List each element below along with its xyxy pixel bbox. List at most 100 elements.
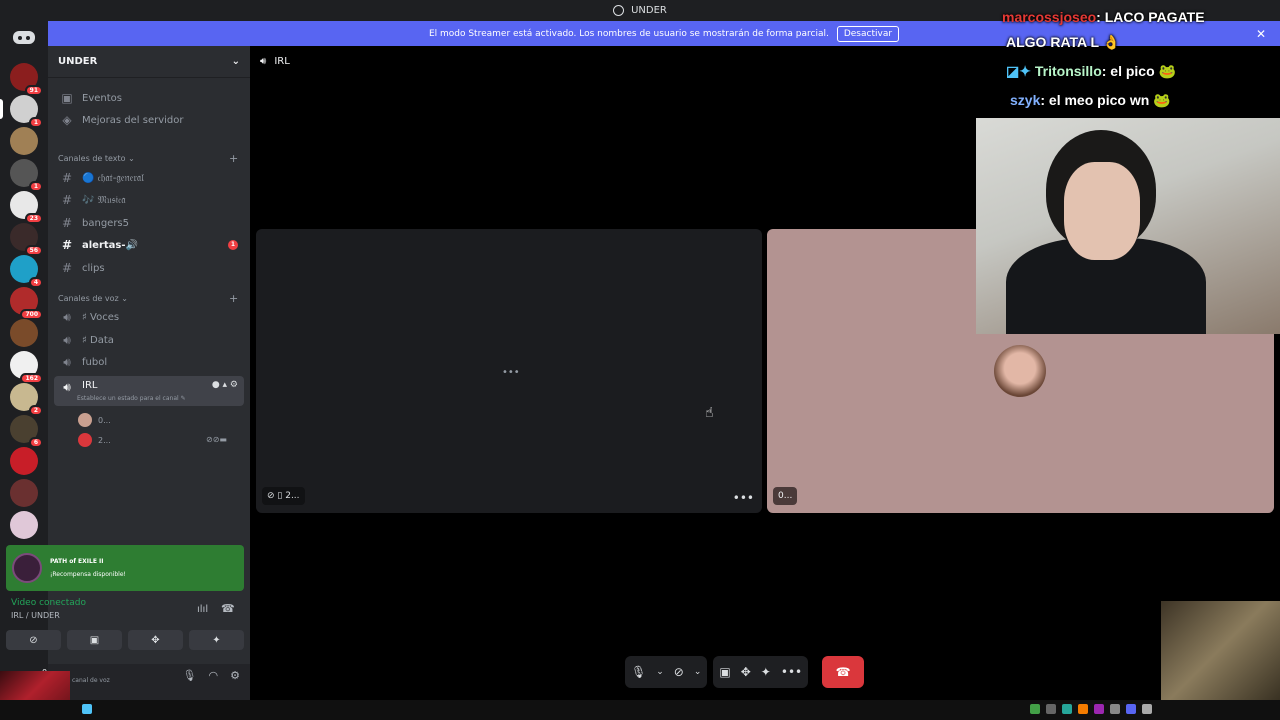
video-tile[interactable]: ••• ⊘ ▯ 2... ••• — [256, 229, 762, 513]
server-icon[interactable]: 4 — [10, 255, 43, 288]
activities-icon[interactable]: ✥ — [741, 665, 751, 679]
server-icon[interactable]: 23 — [10, 191, 43, 224]
server-icon[interactable]: 1 — [10, 159, 43, 192]
discord-home-icon[interactable] — [12, 29, 36, 45]
more-options-icon[interactable]: ••• — [733, 491, 754, 505]
more-icon[interactable]: ••• — [781, 665, 802, 679]
tray-icon[interactable] — [1126, 704, 1136, 714]
user-controls: 🎙︎ ◠ ⚙ — [183, 669, 240, 682]
channel-actions-icons[interactable]: ● ▴ ⚙ — [212, 380, 238, 390]
settings-icon[interactable]: ⚙ — [230, 669, 240, 682]
soundboard-button[interactable]: ✦ — [189, 630, 244, 650]
close-icon[interactable]: ✕ — [1256, 27, 1266, 41]
tile-label: ⊘ ▯ 2... — [262, 487, 305, 505]
disconnect-icon[interactable]: ☎ — [221, 602, 235, 615]
call-toolbar: 🎙︎ ⌄ ⊘ ⌄ ▣ ✥ ✦ ••• ☎ — [625, 656, 865, 688]
server-icon[interactable]: 2 — [10, 383, 43, 416]
badge-icon: ◪✦ — [1006, 63, 1035, 79]
voice-location[interactable]: IRL / UNDER — [11, 611, 86, 620]
speaker-icon: 🔊︎ — [63, 380, 71, 394]
channel-chat-general[interactable]: # 🔵 𝔠𝔥𝔞𝔱-𝔤𝔢𝔫𝔢𝔯𝔞𝔩 — [54, 168, 244, 188]
server-icon[interactable]: 162 — [10, 351, 43, 384]
hangup-icon: ☎ — [835, 665, 851, 679]
server-icon[interactable]: 700 — [10, 287, 43, 320]
screen-share-icon[interactable]: ▣ — [719, 665, 730, 679]
chevron-down-icon[interactable]: ⌄ — [656, 667, 664, 677]
window-title: UNDER — [631, 5, 667, 16]
disconnect-button[interactable]: ☎ — [822, 656, 865, 688]
voice-connection-panel: Video conectado IRL / UNDER — [11, 598, 86, 620]
server-icon[interactable] — [10, 511, 38, 539]
channel-bangers5[interactable]: # bangers5 — [54, 213, 244, 233]
tray-icon[interactable] — [1142, 704, 1152, 714]
tray-icon[interactable] — [1094, 704, 1104, 714]
voice-channel-data[interactable]: 🔊︎ ♯ Data — [54, 330, 244, 350]
deactivate-button[interactable]: Desactivar — [836, 25, 900, 42]
server-icon[interactable] — [10, 127, 38, 155]
channel-header: 🔊︎ IRL — [260, 56, 290, 67]
category-text-channels[interactable]: Canales de texto ⌄ — [58, 154, 135, 163]
tray-icon[interactable] — [1110, 704, 1120, 714]
server-icon[interactable] — [10, 319, 38, 347]
voice-status: Video conectado — [11, 598, 86, 608]
chat-user: szyk — [1010, 92, 1041, 108]
overlay-chat-line: marcossjoseo: LACO PAGATE — [1002, 9, 1205, 25]
app-icon[interactable] — [82, 704, 92, 714]
channel-alertas[interactable]: # alertas-🔊 1 — [54, 235, 244, 255]
speaker-icon: 🔊︎ — [63, 309, 71, 324]
mic-group[interactable]: 🎙︎ ⌄ ⊘ ⌄ — [625, 656, 708, 688]
overlay-chat-line: ◪✦ Tritonsillo: el pico 🐸 — [1006, 63, 1176, 80]
server-icon[interactable]: 91 — [10, 63, 43, 96]
unread-badge: 1 — [228, 240, 238, 250]
chat-message: ALGO RATA L 👌 — [1006, 34, 1121, 50]
channel-status[interactable]: Establece un estado para el canal ✎ — [77, 395, 186, 402]
server-icon[interactable]: 56 — [10, 223, 43, 256]
voice-user[interactable]: 2... — [78, 432, 111, 448]
avatar — [78, 433, 92, 447]
sidebar-item-events[interactable]: ▣ Eventos — [54, 88, 244, 108]
voice-channel-voces[interactable]: 🔊︎ ♯ Voces — [54, 307, 244, 327]
mouse-cursor-icon: ☝ — [705, 405, 714, 421]
voice-channel-fubol[interactable]: 🔊︎ fubol — [54, 352, 244, 372]
taskbar — [0, 700, 1280, 720]
discord-logo-icon — [12, 553, 42, 583]
server-icon[interactable] — [10, 447, 38, 475]
chat-user: Tritonsillo — [1034, 63, 1102, 79]
category-voice-channels[interactable]: Canales de voz ⌄ — [58, 294, 128, 303]
tray-icon[interactable] — [1046, 704, 1056, 714]
server-icon[interactable]: 6 — [10, 415, 43, 448]
overlay-chat-line: ALGO RATA L 👌 — [1006, 34, 1120, 51]
tray-icon[interactable] — [1078, 704, 1088, 714]
chevron-down-icon: ⌄ — [231, 56, 240, 67]
speaker-icon: 🔊︎ — [63, 332, 71, 347]
voice-user[interactable]: 0... — [78, 412, 111, 428]
xbox-icon[interactable] — [1030, 704, 1040, 714]
chat-message: : el pico 🐸 — [1101, 63, 1176, 79]
camera-off-icon[interactable]: ⊘ — [674, 665, 684, 679]
channel-musica[interactable]: # 🎶 𝔐𝔲𝔰𝔦𝔠𝔞 — [54, 190, 244, 210]
channel-clips[interactable]: # clips — [54, 258, 244, 278]
camera-off-button[interactable]: ⊘ — [6, 630, 61, 650]
hash-icon: # — [61, 193, 73, 207]
mic-icon[interactable]: 🎙︎ — [183, 669, 197, 682]
server-icon[interactable]: 1 — [0, 95, 43, 128]
tray-icon[interactable] — [1062, 704, 1072, 714]
server-header[interactable]: UNDER ⌄ — [48, 46, 250, 78]
server-name: UNDER — [58, 56, 98, 67]
voice-actions: ⊘ ▣ ✥ ✦ — [6, 630, 244, 650]
activities-button[interactable]: ✥ — [128, 630, 183, 650]
soundboard-icon[interactable]: ✦ — [761, 665, 771, 679]
screen-share-button[interactable]: ▣ — [67, 630, 122, 650]
chevron-down-icon[interactable]: ⌄ — [694, 667, 702, 677]
promo-subtitle: ¡Recompensa disponible! — [50, 571, 126, 578]
loading-icon: ••• — [502, 367, 520, 378]
server-icon — [613, 5, 625, 16]
server-icon[interactable] — [10, 479, 38, 507]
promo-panel[interactable]: PATH of EXILE II ¡Recompensa disponible! — [6, 545, 244, 591]
chat-message: : el meo pico wn 🐸 — [1040, 92, 1171, 108]
headphones-icon[interactable]: ◠ — [209, 669, 219, 682]
mic-icon[interactable]: 🎙︎ — [631, 665, 646, 679]
signal-icon[interactable]: ılıl — [197, 604, 208, 615]
sidebar-item-boosts[interactable]: ◈ Mejoras del servidor — [54, 110, 244, 130]
muted-icon: ⊘ ▯ — [267, 491, 286, 501]
